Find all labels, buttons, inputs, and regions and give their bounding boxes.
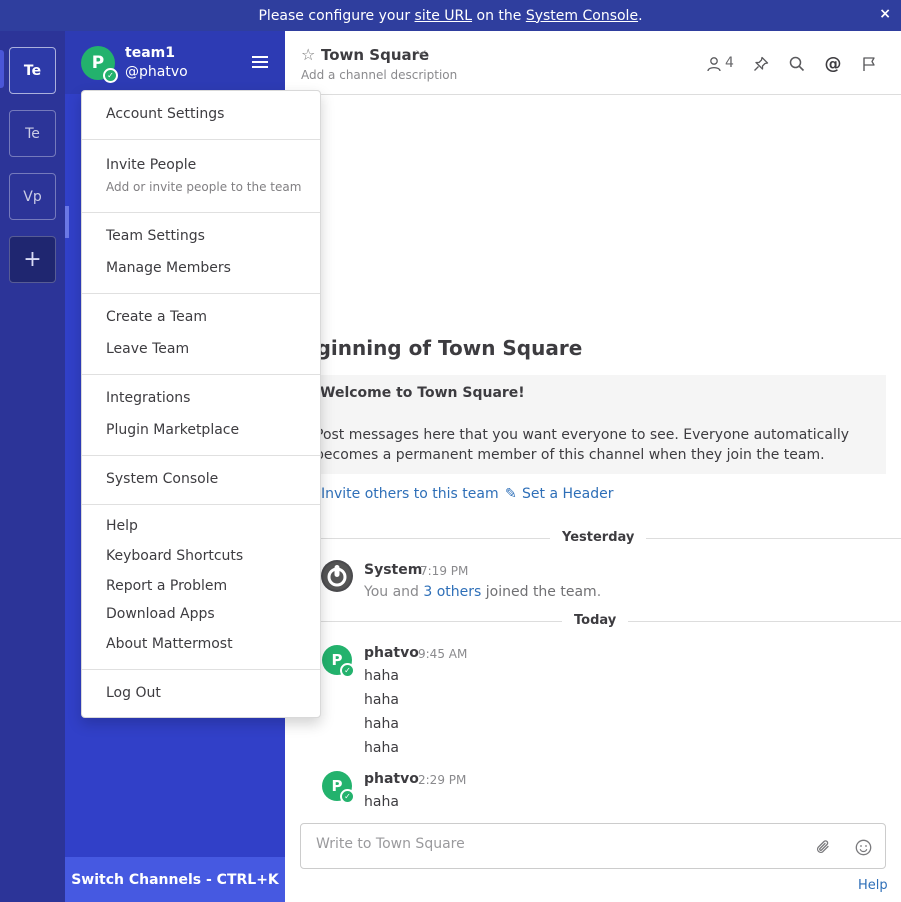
post-message: haha — [364, 668, 399, 684]
welcome-body: Post messages here that you want everyon… — [315, 427, 850, 463]
switch-channels-button[interactable]: Switch Channels - CTRL+K — [65, 857, 285, 902]
avatar-letter: P — [91, 53, 105, 73]
online-status-icon: ✓ — [103, 68, 118, 83]
message-input[interactable] — [316, 836, 796, 852]
system-message-end: . — [596, 584, 602, 600]
menu-leave-team[interactable]: Leave Team — [106, 341, 189, 357]
post-time[interactable]: 7:19 PM — [420, 564, 468, 578]
team-name: team1 — [125, 45, 175, 61]
menu-divider — [82, 139, 320, 140]
post-message: haha — [364, 794, 399, 810]
post-list: eginning of Town Square Welcome to Town … — [285, 95, 901, 810]
team-sidebar: Te Te Vp + — [0, 31, 65, 902]
post-message: haha — [364, 716, 399, 732]
member-icon[interactable] — [703, 53, 725, 75]
menu-invite-people-description: Add or invite people to the team — [106, 180, 302, 194]
post-author[interactable]: phatvo — [364, 645, 419, 661]
invite-others-link[interactable]: Invite others to this team — [321, 486, 499, 502]
menu-invite-people[interactable]: Invite People — [106, 157, 196, 173]
menu-manage-members[interactable]: Manage Members — [106, 260, 231, 276]
system-avatar-icon — [321, 560, 353, 592]
date-label-today: Today — [562, 613, 629, 628]
post-message: haha — [364, 692, 399, 708]
active-team-indicator — [0, 50, 4, 88]
menu-divider — [82, 455, 320, 456]
pencil-icon[interactable]: ✎ — [505, 486, 517, 502]
channel-intro-box: Welcome to Town Square! Post messages he… — [305, 375, 886, 474]
post-author[interactable]: phatvo — [364, 771, 419, 787]
system-message-prefix: You and — [364, 584, 424, 600]
sidebar-header[interactable]: P ✓ team1 @phatvo — [65, 31, 285, 94]
menu-download-apps[interactable]: Download Apps — [106, 606, 215, 622]
flag-icon[interactable] — [858, 53, 880, 75]
mention-icon[interactable]: @ — [822, 53, 844, 75]
help-link[interactable]: Help — [858, 878, 888, 893]
hamburger-menu-icon[interactable] — [252, 56, 268, 69]
message-composer — [300, 823, 886, 869]
favorite-star-icon[interactable]: ☆ — [301, 45, 315, 64]
post-time[interactable]: 2:29 PM — [418, 773, 466, 787]
menu-report-problem[interactable]: Report a Problem — [106, 578, 227, 594]
attachment-icon[interactable] — [812, 836, 834, 858]
welcome-heading: Welcome to Town Square! — [320, 385, 525, 401]
set-header-link[interactable]: Set a Header — [522, 486, 613, 502]
system-console-link[interactable]: System Console — [526, 8, 638, 24]
emoji-icon[interactable] — [852, 836, 874, 858]
menu-plugin-marketplace[interactable]: Plugin Marketplace — [106, 422, 239, 438]
banner-text-middle: on the — [476, 7, 522, 24]
system-message: You and 3 others joined the team. — [364, 584, 601, 600]
post-author[interactable]: System — [364, 562, 422, 578]
menu-create-team[interactable]: Create a Team — [106, 309, 207, 325]
channel-description[interactable]: Add a channel description — [301, 68, 457, 82]
team-button-1[interactable]: Te — [9, 47, 56, 94]
team-button-2[interactable]: Te — [9, 110, 56, 157]
menu-divider — [82, 504, 320, 505]
menu-system-console[interactable]: System Console — [106, 471, 218, 487]
menu-about[interactable]: About Mattermost — [106, 636, 233, 652]
post-time[interactable]: 9:45 AM — [418, 647, 467, 661]
banner-text-suffix: . — [638, 7, 643, 24]
chevron-down-icon[interactable]: ⌵ — [416, 44, 426, 59]
menu-keyboard-shortcuts[interactable]: Keyboard Shortcuts — [106, 548, 243, 564]
channel-name[interactable]: Town Square — [321, 46, 429, 64]
menu-help[interactable]: Help — [106, 518, 138, 534]
sidebar-selection-indicator — [65, 206, 69, 238]
online-status-icon: ✓ — [340, 663, 355, 678]
menu-divider — [82, 212, 320, 213]
main-menu-dropdown: Account Settings Invite People Add or in… — [81, 90, 321, 718]
add-team-button[interactable]: + — [9, 236, 56, 283]
online-status-icon: ✓ — [340, 789, 355, 804]
date-label-yesterday: Yesterday — [550, 530, 647, 545]
post-message: haha — [364, 740, 399, 756]
close-icon[interactable]: × — [879, 6, 891, 22]
avatar[interactable]: P ✓ — [322, 771, 355, 804]
banner-text-prefix: Please configure your — [258, 7, 411, 24]
channel-intro-title: eginning of Town Square — [303, 336, 583, 360]
team-button-3[interactable]: Vp — [9, 173, 56, 220]
system-message-suffix: joined the team — [481, 584, 597, 600]
member-count[interactable]: 4 — [725, 55, 734, 71]
search-icon[interactable] — [786, 53, 808, 75]
avatar[interactable]: P ✓ — [81, 46, 118, 83]
announcement-banner: Please configure your site URL on the Sy… — [0, 0, 901, 31]
menu-divider — [82, 669, 320, 670]
pin-icon[interactable] — [750, 53, 772, 75]
avatar[interactable]: P ✓ — [322, 645, 355, 678]
menu-divider — [82, 293, 320, 294]
site-url-link[interactable]: site URL — [415, 8, 473, 24]
channel-header: ☆ Town Square ⌵ Add a channel descriptio… — [285, 31, 901, 95]
menu-divider — [82, 374, 320, 375]
menu-log-out[interactable]: Log Out — [106, 685, 161, 701]
menu-account-settings[interactable]: Account Settings — [106, 106, 224, 122]
username: @phatvo — [125, 64, 188, 80]
menu-team-settings[interactable]: Team Settings — [106, 228, 205, 244]
menu-integrations[interactable]: Integrations — [106, 390, 190, 406]
others-link[interactable]: 3 others — [423, 584, 481, 600]
